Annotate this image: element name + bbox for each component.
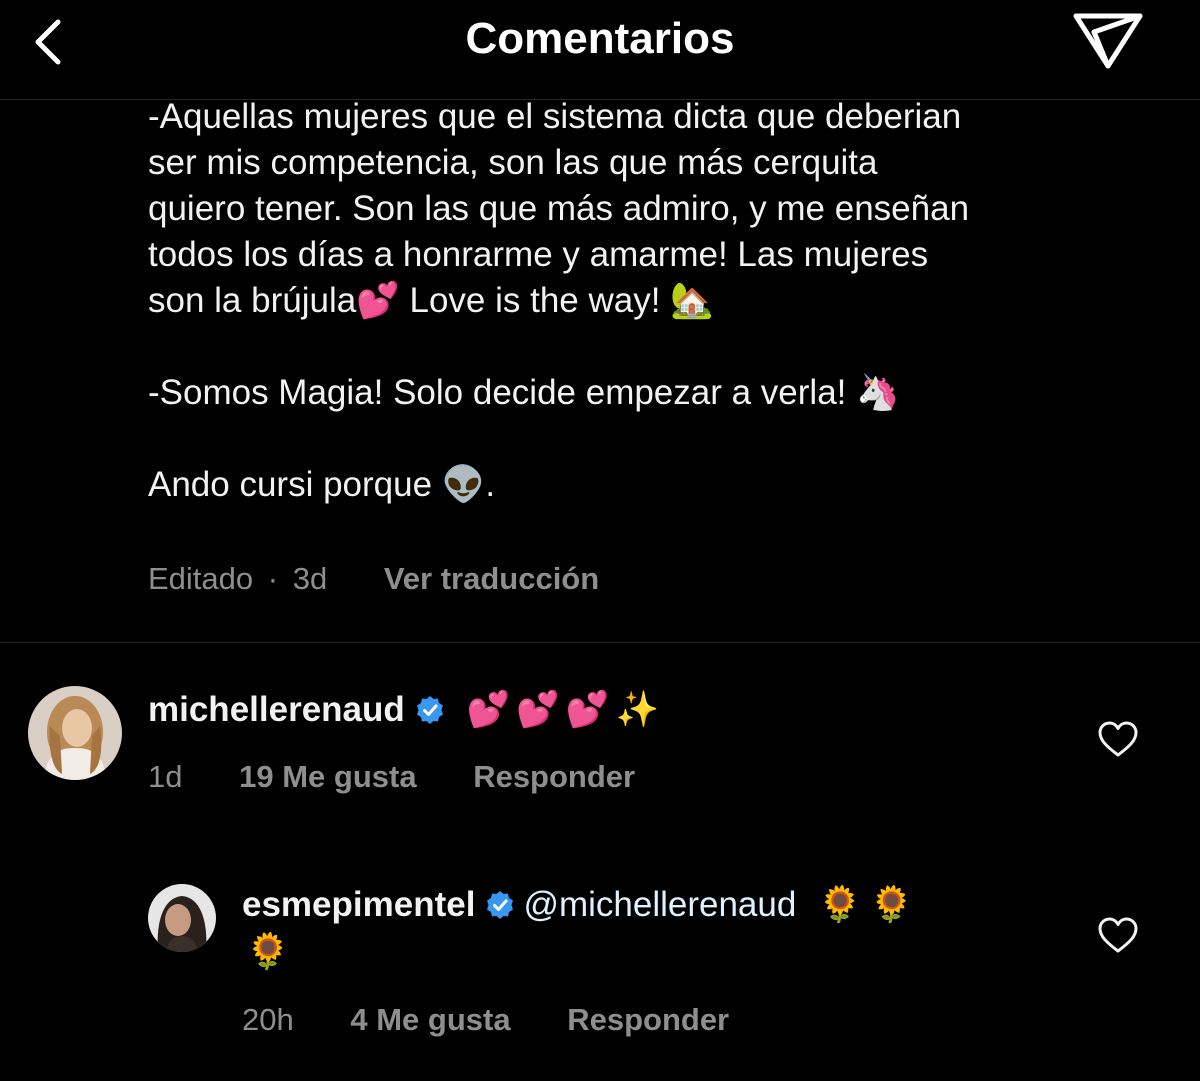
heart-outline-icon [1098, 917, 1138, 953]
caption-line: todos los días a honrarme y amarme! Las … [148, 235, 929, 274]
page-title: Comentarios [465, 14, 735, 63]
caption-line: son la brújula💕 Love is the way! 🏡 [148, 281, 714, 320]
comment-header: michellerenaud 💕💕💕✨ [148, 688, 665, 732]
comment-meta: 1d 19 Me gusta Responder [148, 757, 635, 797]
comment-likes[interactable]: 19 Me gusta [239, 757, 416, 797]
avatar[interactable] [28, 686, 122, 780]
comment-meta: 20h 4 Me gusta Responder [242, 1000, 729, 1040]
edited-label: Editado [148, 561, 254, 596]
avatar-image [148, 884, 216, 952]
paper-plane-icon [1073, 13, 1143, 69]
caption-line: Ando cursi porque 👽. [148, 465, 496, 504]
caption-time: 3d [292, 561, 328, 596]
comment-text: 🌻🌻 [818, 885, 922, 925]
verified-badge-icon [485, 890, 515, 920]
meta-separator: · [267, 561, 279, 596]
comment-username[interactable]: michellerenaud [148, 690, 405, 729]
reply-button[interactable]: Responder [473, 757, 635, 797]
reply-button[interactable]: Responder [567, 1000, 729, 1040]
comment-text: 💕💕💕✨ [466, 690, 666, 730]
comment-likes[interactable]: 4 Me gusta [350, 1000, 510, 1040]
heart-outline-icon [1098, 721, 1138, 757]
comment-mention[interactable]: @michellerenaud [523, 885, 796, 924]
post-caption: -Aquellas mujeres que el sistema dicta q… [148, 94, 1158, 508]
comment-text-continued: 🌻 [246, 930, 290, 974]
verified-badge-icon [415, 695, 445, 725]
share-button[interactable] [1072, 8, 1144, 72]
divider [0, 642, 1200, 643]
comment-text: 🌻 [246, 932, 290, 972]
avatar-image [28, 686, 122, 780]
header-bar: Comentarios [0, 0, 1200, 100]
caption-line: -Somos Magia! Solo decide empezar a verl… [148, 373, 900, 412]
like-button[interactable] [1096, 718, 1140, 762]
comment-username[interactable]: esmepimentel [242, 885, 475, 924]
caption-line: quiero tener. Son las que más admiro, y … [148, 189, 970, 228]
comment-time: 1d [148, 759, 183, 794]
like-button[interactable] [1096, 914, 1140, 958]
see-translation-link[interactable]: Ver traducción [384, 559, 599, 599]
caption-line: ser mis competencia, son las que más cer… [148, 143, 878, 182]
avatar[interactable] [148, 884, 216, 952]
caption-line: -Aquellas mujeres que el sistema dicta q… [148, 97, 962, 136]
comment-time: 20h [242, 1002, 294, 1037]
caption-meta: Editado · 3d Ver traducción [148, 559, 599, 599]
comment-header: esmepimentel @michellerenaud 🌻🌻 [242, 883, 922, 927]
